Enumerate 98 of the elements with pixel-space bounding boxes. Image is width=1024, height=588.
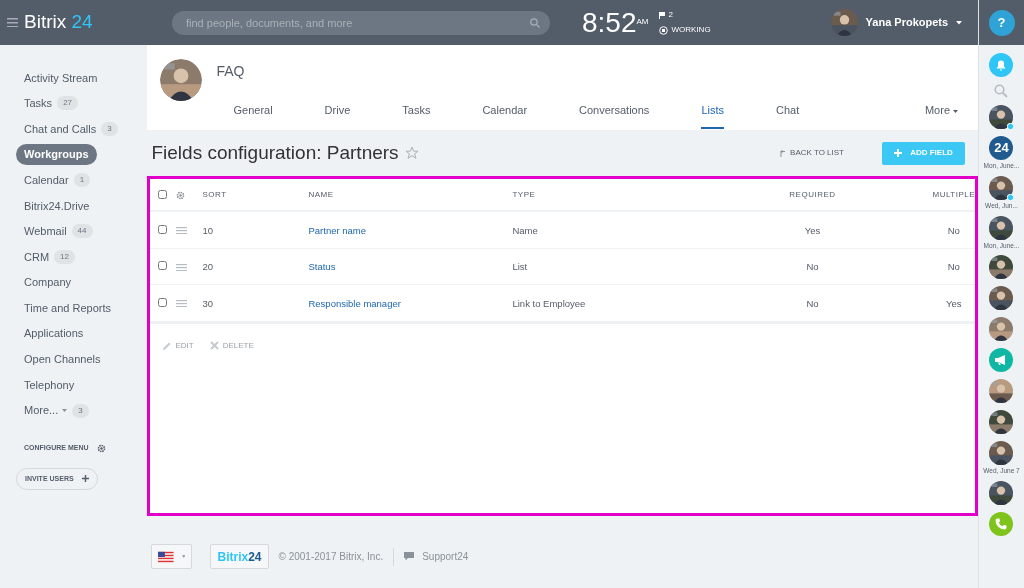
contact-avatar[interactable] [989, 379, 1014, 404]
plus-icon [894, 149, 903, 157]
gear-icon[interactable] [96, 444, 106, 454]
sidebar-item[interactable]: Applications [24, 325, 84, 342]
count-badge: 12 [54, 249, 75, 264]
table-cell: No [947, 261, 960, 273]
copyright-text: © 2001-2017 Bitrix, Inc. [278, 550, 384, 564]
sidebar-item[interactable]: Activity Stream [24, 69, 98, 87]
user-name[interactable]: Yana Prokopets [865, 14, 949, 31]
drag-handle-icon[interactable] [176, 227, 188, 235]
sidebar-item[interactable]: Bitrix24.Drive [24, 197, 90, 214]
group-tab[interactable]: Calendar [482, 93, 528, 129]
sidebar-item[interactable]: Company [24, 274, 72, 291]
work-status[interactable]: WORKING [671, 24, 711, 36]
star-icon[interactable] [404, 146, 419, 160]
close-icon [209, 341, 219, 350]
sidebar-item[interactable]: Chat and Calls [24, 120, 97, 138]
online-indicator-icon [1007, 123, 1015, 130]
sidebar-item[interactable]: CRM [24, 248, 50, 266]
group-tab[interactable]: Lists [701, 93, 724, 129]
checkbox[interactable] [158, 261, 168, 271]
clock-time: 8:52 [582, 8, 637, 37]
sidebar-item[interactable]: Open Channels [24, 351, 101, 368]
group-tab[interactable]: General [233, 93, 273, 129]
column-header[interactable]: SORT [202, 189, 227, 199]
sidebar-item[interactable]: Workgroups [16, 144, 97, 165]
table-cell: 30 [202, 297, 214, 309]
table-cell: No [806, 297, 819, 309]
checkbox[interactable] [158, 189, 168, 199]
pencil-icon [162, 341, 172, 350]
group-tab[interactable]: Tasks [402, 93, 431, 129]
language-selector[interactable] [151, 544, 193, 569]
contact-avatar[interactable] [989, 317, 1014, 342]
clock-period: AM [636, 17, 649, 26]
count-badge: 1 [73, 173, 91, 188]
flag-count: 2 [668, 9, 673, 21]
contact-avatar[interactable] [989, 175, 1014, 200]
plus-icon [81, 475, 89, 483]
sidebar-item[interactable]: More... [24, 402, 59, 419]
chat-avatar[interactable]: 24 [989, 136, 1014, 160]
logo[interactable]: Bitrix 24 [24, 8, 93, 37]
page-title: Fields configuration: Partners [151, 140, 399, 165]
checkbox[interactable] [158, 297, 168, 307]
group-title: FAQ [216, 62, 246, 81]
table-cell: Name [512, 224, 538, 236]
table-cell: No [947, 224, 960, 236]
field-name-link[interactable]: Status [308, 261, 336, 273]
contact-avatar[interactable] [989, 481, 1014, 505]
flag-icon [158, 550, 174, 563]
drag-handle-icon[interactable] [176, 263, 188, 271]
group-tab[interactable]: Chat [776, 93, 800, 129]
column-header[interactable]: NAME [308, 189, 334, 199]
sidebar-item[interactable]: Webmail [24, 223, 67, 240]
drag-handle-icon[interactable] [176, 300, 188, 308]
group-tab[interactable]: Conversations [579, 93, 650, 129]
megaphone-icon[interactable] [989, 348, 1014, 373]
gear-icon[interactable] [176, 190, 186, 200]
table-cell: Yes [946, 297, 962, 309]
count-badge: 44 [71, 224, 93, 239]
sidebar-item[interactable]: Calendar [24, 171, 69, 189]
caret-icon[interactable] [956, 20, 963, 25]
sidebar-item[interactable]: Tasks [24, 95, 53, 112]
flag-icon [658, 11, 665, 19]
status-icon [658, 25, 668, 35]
back-arrow-icon [780, 149, 787, 157]
footer-logo[interactable]: Bitrix24 [210, 544, 269, 569]
count-badge: 3 [72, 403, 89, 418]
contact-avatar[interactable] [989, 255, 1014, 280]
caret-icon [182, 555, 186, 558]
table-cell: 20 [202, 261, 214, 273]
group-tab[interactable]: More [924, 93, 958, 129]
online-indicator-icon [1007, 193, 1015, 201]
table-cell: No [806, 261, 819, 273]
contact-avatar[interactable] [989, 105, 1014, 129]
contact-avatar[interactable] [989, 441, 1014, 466]
column-header[interactable]: TYPE [512, 189, 536, 199]
count-badge: 27 [57, 96, 79, 111]
column-header[interactable]: REQUIRED [789, 189, 836, 199]
search-icon [530, 17, 540, 28]
field-name-link[interactable]: Partner name [308, 224, 367, 236]
count-badge: 3 [101, 122, 118, 136]
chat-icon [404, 552, 415, 561]
back-to-list-button[interactable]: BACK TO LIST [774, 146, 850, 160]
contact-avatar[interactable] [989, 410, 1014, 435]
field-name-link[interactable]: Responsible manager [308, 297, 401, 309]
search-field[interactable]: find people, documents, and more [172, 10, 550, 35]
table-cell: 10 [202, 224, 214, 236]
contact-avatar[interactable] [989, 215, 1014, 240]
table-cell: Yes [804, 224, 821, 236]
contact-avatar[interactable] [989, 286, 1014, 311]
table-cell: List [512, 261, 528, 273]
sidebar-item[interactable]: Time and Reports [24, 299, 112, 317]
checkbox[interactable] [158, 224, 168, 234]
menu-icon[interactable] [7, 18, 18, 27]
column-header[interactable]: MULTIPLE [932, 189, 975, 199]
table-cell: Link to Employee [512, 297, 586, 309]
group-tab[interactable]: Drive [324, 93, 351, 129]
sidebar-item[interactable]: Telephony [24, 376, 75, 394]
